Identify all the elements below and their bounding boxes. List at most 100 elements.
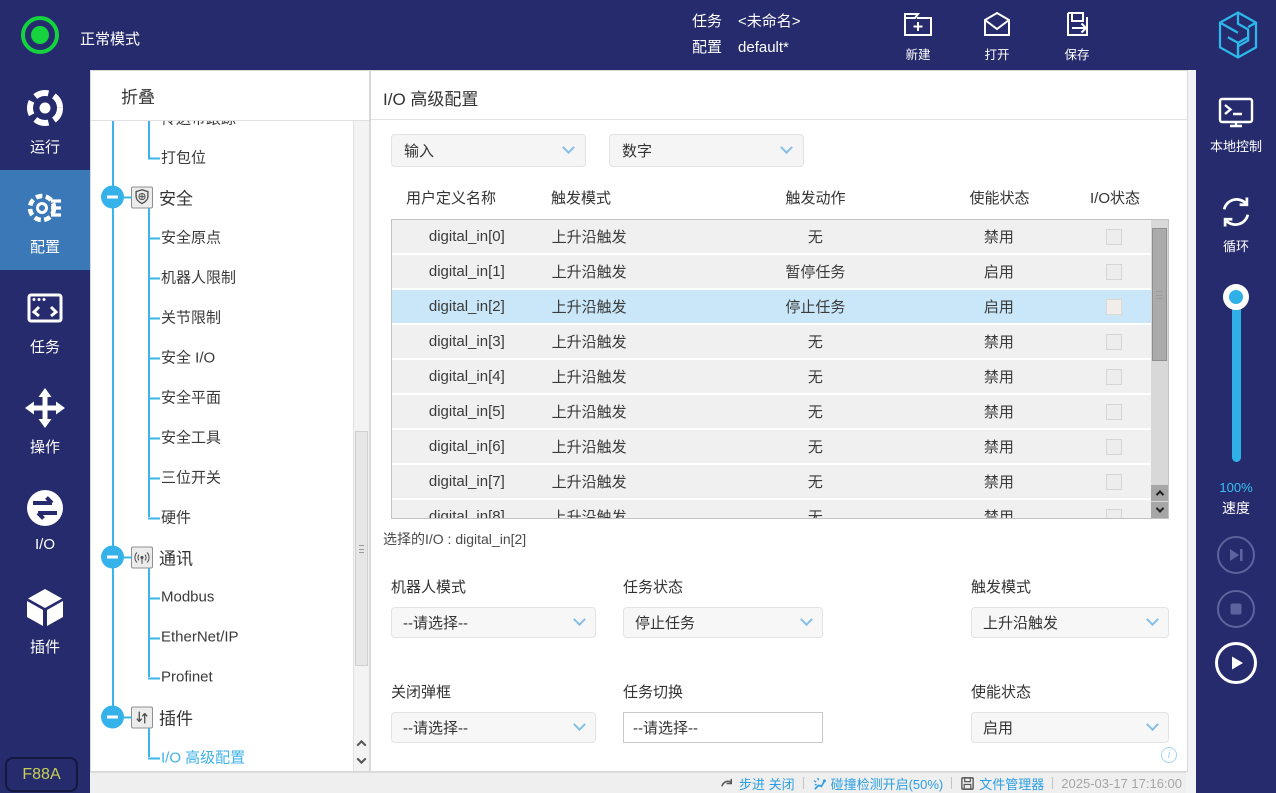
play-button[interactable] [1215,642,1257,684]
task-switch-input[interactable] [623,712,823,743]
tree-item-hardware[interactable]: 硬件 [161,507,191,528]
nav-item-run[interactable]: 运行 [0,70,90,170]
collision-detection-status[interactable]: 碰撞检测开启(50%) [812,774,944,793]
io-state-checkbox[interactable] [1106,229,1122,245]
io-state-checkbox[interactable] [1106,474,1122,490]
tree-item-label: I/O 高级配置 [161,750,245,767]
info-icon[interactable]: i [1161,747,1177,763]
collision-icon [812,776,827,791]
tree-item-safety-origin[interactable]: 安全原点 [161,227,221,248]
local-control-button[interactable]: 本地控制 [1196,92,1276,155]
table-row[interactable]: digital_in[0] 上升沿触发 无 禁用 [392,220,1168,253]
table-row[interactable]: digital_in[6] 上升沿触发 无 禁用 [392,430,1168,463]
tree-scrollbar[interactable] [353,121,369,771]
nav-item-operate[interactable]: 操作 [0,370,90,470]
loop-button[interactable]: 循环 [1196,192,1276,255]
close-popup-label: 关闭弹框 [391,681,596,702]
sliders-icon [131,706,153,728]
tree-collapse-header[interactable]: 折叠 [91,71,369,121]
nav-item-task[interactable]: 任务 [0,270,90,370]
trigger-mode-select[interactable]: 上升沿触发 [971,607,1169,638]
step-forward-button[interactable] [1217,536,1255,574]
table-row[interactable]: digital_in[5] 上升沿触发 无 禁用 [392,395,1168,428]
table-scrollbar-thumb[interactable] [1152,228,1167,361]
stop-button[interactable] [1217,590,1255,628]
io-direction-select[interactable]: 输入 [391,134,586,167]
task-label: 任务 [692,9,722,35]
tree-item-communication[interactable]: 通讯 [91,545,193,570]
io-type-select[interactable]: 数字 [609,134,804,167]
table-row[interactable]: digital_in[7] 上升沿触发 无 禁用 [392,465,1168,498]
tree-scroll-down-button[interactable] [354,752,369,769]
io-state-checkbox[interactable] [1106,369,1122,385]
speed-slider-track[interactable] [1232,297,1241,462]
nav-item-plugin[interactable]: 插件 [0,570,90,670]
collapse-minus-icon[interactable] [101,546,124,569]
tree-scrollbar-thumb[interactable] [355,431,368,666]
speed-slider-handle[interactable] [1223,284,1249,310]
tree-item-profinet[interactable]: Profinet [161,669,213,686]
collapse-minus-icon[interactable] [101,186,124,209]
task-state-select[interactable]: 停止任务 [623,607,823,638]
tree-item-label: Modbus [161,589,214,606]
antenna-icon [131,546,153,568]
io-state-checkbox[interactable] [1106,334,1122,350]
robot-mode-select[interactable]: --请选择-- [391,607,596,638]
enable-state: 禁用 [938,506,1061,519]
close-popup-select[interactable]: --请选择-- [391,712,596,743]
tree-item-io-advanced-config[interactable]: I/O 高级配置 [161,747,245,768]
tree-item-safety-plane[interactable]: 安全平面 [161,387,221,408]
tree-item-joint-limits[interactable]: 关节限制 [161,307,221,328]
robot-mode-value: --请选择-- [403,612,575,633]
device-id-badge[interactable]: F88A [5,757,78,792]
table-row[interactable]: digital_in[8] 上升沿触发 无 禁用 [392,500,1168,519]
trigger-action: 无 [693,331,937,352]
new-button[interactable]: 新建 [887,8,949,63]
io-state-checkbox[interactable] [1106,439,1122,455]
tree-item-ethernet-ip[interactable]: EtherNet/IP [161,629,239,646]
io-name: digital_in[4] [392,368,542,385]
nav-item-io[interactable]: I/O [0,470,90,570]
io-name: digital_in[5] [392,403,542,420]
tree-item-label: 打包位 [161,150,206,167]
tree-item-packing-position[interactable]: 打包位 [161,147,206,168]
table-row[interactable]: digital_in[4] 上升沿触发 无 禁用 [392,360,1168,393]
table-row[interactable]: digital_in[1] 上升沿触发 暂停任务 启用 [392,255,1168,288]
step-mode-status[interactable]: 步进 关闭 [720,774,795,793]
io-state-checkbox[interactable] [1106,404,1122,420]
io-state-checkbox[interactable] [1106,509,1122,520]
nav-item-config[interactable]: 配置 [0,170,90,270]
enable-state-select[interactable]: 启用 [971,712,1169,743]
io-direction-value: 输入 [404,140,564,161]
collapse-minus-icon[interactable] [101,706,124,729]
tree-item-safety-tool[interactable]: 安全工具 [161,427,221,448]
task-code-icon [23,286,67,330]
tree-scroll-up-button[interactable] [354,735,369,752]
table-row-selected[interactable]: digital_in[2] 上升沿触发 停止任务 启用 [392,290,1168,323]
tree-item-robot-limits[interactable]: 机器人限制 [161,267,236,288]
tree-item-modbus[interactable]: Modbus [161,589,214,606]
trigger-mode: 上升沿触发 [542,331,694,352]
tree-item-safety-io[interactable]: 安全 I/O [161,347,215,368]
table-scrollbar[interactable] [1151,220,1168,518]
tree-item-conveyor-tracking[interactable]: 传送带跟踪 [161,121,236,129]
io-state-checkbox[interactable] [1106,264,1122,280]
table-scroll-up-button[interactable] [1151,485,1168,501]
tree-item-label: EtherNet/IP [161,629,239,646]
left-nav-sidebar: 运行 配置 任务 操作 I/O 插件 F88A [0,70,90,793]
io-swap-icon [23,486,67,530]
io-state-checkbox[interactable] [1106,299,1122,315]
tree-item-three-position-switch[interactable]: 三位开关 [161,467,221,488]
save-button[interactable]: 保存 [1046,8,1108,63]
table-row[interactable]: digital_in[3] 上升沿触发 无 禁用 [392,325,1168,358]
run-icon [23,86,67,130]
file-manager-button[interactable]: 文件管理器 [960,774,1044,793]
mode-status-icon [21,16,59,54]
table-scroll-down-button[interactable] [1151,502,1168,518]
tree-item-plugin[interactable]: 插件 [91,705,193,730]
status-bar: 步进 关闭 碰撞检测开启(50%) 文件管理器 2025-03-17 17:16… [90,772,1186,793]
open-button[interactable]: 打开 [966,8,1028,63]
open-file-icon [980,8,1014,42]
tree-item-safety[interactable]: 安全 [91,185,193,210]
tree-body: 传送带跟踪 打包位 安全 安全原点 机器人限制 关节限制 安全 I/O 安全平面… [91,121,369,771]
